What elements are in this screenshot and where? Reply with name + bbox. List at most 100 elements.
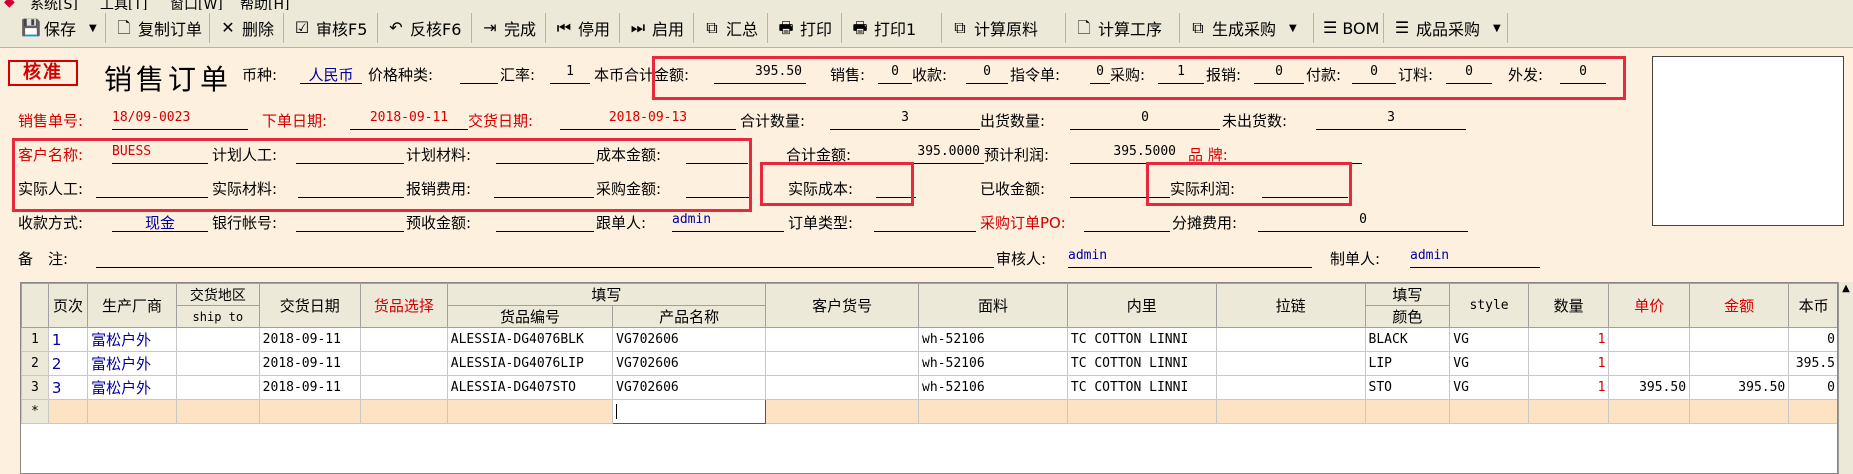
col-price[interactable]: 单价 (1608, 283, 1691, 328)
share-fee-field[interactable]: 0 (1258, 212, 1468, 232)
cell-name[interactable]: VG702606 (612, 375, 767, 400)
cell-qty[interactable]: 1 (1527, 327, 1610, 352)
pay-method-field[interactable]: 现金 (112, 212, 208, 232)
enable-button[interactable]: ⏭ 启用 (624, 13, 694, 43)
cell-area[interactable] (176, 375, 260, 400)
cell-local[interactable]: 0 (1788, 327, 1837, 352)
cell-area[interactable] (176, 327, 260, 352)
calc-process-button[interactable]: 🗋 计算工序 (1070, 13, 1180, 43)
table-row[interactable]: 2 2 富松户外 2018-09-11 ALESSIA-DG4076LIP VG70260… (21, 351, 1837, 376)
cell-lining[interactable]: TC COTTON LINNI (1066, 327, 1217, 352)
cell-page[interactable]: 1 (47, 327, 89, 352)
cell-area[interactable] (176, 351, 260, 376)
price-type-field[interactable] (460, 64, 498, 84)
col-color[interactable]: 颜色 (1364, 305, 1451, 328)
image-panel[interactable] (1652, 56, 1844, 226)
remark-field[interactable] (96, 248, 994, 268)
po-field[interactable] (1084, 212, 1170, 232)
cell-code[interactable]: ALESSIA-DG4076LIP (446, 351, 614, 376)
product-purchase-button[interactable]: ☰ 成品采购 ▼ (1388, 13, 1508, 43)
cell-delivery[interactable]: 2018-09-11 (258, 351, 361, 376)
cell-local[interactable]: 0 (1788, 375, 1837, 400)
cell-style[interactable]: VG (1449, 351, 1529, 376)
new-row-cell[interactable] (918, 399, 1068, 424)
delete-button[interactable]: ✕ 删除 (214, 13, 284, 43)
cell-zipper[interactable] (1215, 327, 1366, 352)
order-lines-grid[interactable]: 页次 生产厂商 交货地区 交货日期 货品选择 填写 客户货号 面料 内里 拉链 … (20, 282, 1838, 474)
cell-qty[interactable]: 1 (1527, 351, 1610, 376)
new-row-cell[interactable] (1608, 399, 1691, 424)
col-local[interactable]: 本币 (1788, 283, 1837, 328)
col-cust-code[interactable]: 客户货号 (765, 283, 920, 328)
bank-field[interactable] (296, 212, 404, 232)
new-row-cell[interactable] (1449, 399, 1529, 424)
gen-purchase-button[interactable]: ⧉ 生成采购 ▼ (1184, 13, 1314, 43)
cell-color[interactable]: STO (1364, 375, 1451, 400)
cell-fabric[interactable]: wh-52106 (918, 375, 1068, 400)
menu-tools[interactable]: 工具[T] (100, 0, 147, 10)
table-row[interactable]: 3 3 富松户外 2018-09-11 ALESSIA-DG407STO VG702606… (21, 375, 1837, 400)
new-row-cell[interactable] (765, 399, 920, 424)
cell-style[interactable]: VG (1449, 375, 1529, 400)
col-name[interactable]: 产品名称 (612, 305, 767, 328)
summary-button[interactable]: ⧉ 汇总 (698, 13, 768, 43)
brand-field[interactable] (1270, 144, 1362, 164)
cell-amount[interactable] (1689, 351, 1790, 376)
chevron-down-icon[interactable]: ▼ (1289, 23, 1297, 34)
cell-style[interactable]: VG (1449, 327, 1529, 352)
new-row-cell[interactable] (47, 399, 89, 424)
cell-select[interactable] (359, 327, 448, 352)
new-row-cell[interactable] (1215, 399, 1366, 424)
follower-field[interactable]: admin (672, 212, 784, 232)
cell-price[interactable] (1608, 327, 1691, 352)
chevron-down-icon[interactable]: ▼ (1493, 23, 1501, 34)
new-row-cell[interactable] (1527, 399, 1610, 424)
cell-select[interactable] (359, 375, 448, 400)
cell-name[interactable]: VG702606 (612, 327, 767, 352)
prepay-field[interactable] (496, 212, 594, 232)
print-button[interactable]: 🖶 打印 (772, 13, 842, 43)
currency-field[interactable]: 人民币 (300, 64, 362, 84)
order-date-field[interactable]: 2018-09-11 (350, 110, 468, 130)
menu-system[interactable]: 系统[S] (30, 0, 78, 10)
new-row-cell[interactable] (446, 399, 614, 424)
new-row-cell[interactable] (1066, 399, 1217, 424)
col-zipper[interactable]: 拉链 (1215, 283, 1366, 328)
cell-color[interactable]: BLACK (1364, 327, 1451, 352)
print1-button[interactable]: 🖶 打印1 (846, 13, 942, 43)
delivery-date-field[interactable]: 2018-09-13 (560, 110, 736, 130)
col-amount[interactable]: 金额 (1689, 283, 1790, 328)
new-row-cell[interactable] (176, 399, 260, 424)
col-delivery[interactable]: 交货日期 (258, 283, 361, 328)
cell-cust-code[interactable] (765, 327, 920, 352)
menu-window[interactable]: 窗口[W] (170, 0, 223, 10)
review-button[interactable]: ☑ 审核F5 (288, 13, 378, 43)
table-row[interactable]: 1 1 富松户外 2018-09-11 ALESSIA-DG4076BLK VG70260… (21, 327, 1837, 352)
cell-code[interactable]: ALESSIA-DG4076BLK (446, 327, 614, 352)
cell-qty[interactable]: 1 (1527, 375, 1610, 400)
col-code[interactable]: 货品编号 (446, 305, 614, 328)
cell-amount[interactable] (1689, 327, 1790, 352)
scroll-up-icon[interactable]: ▲ (1839, 282, 1853, 296)
unreview-button[interactable]: ↶ 反核F6 (382, 13, 472, 43)
order-no-field[interactable]: 18/09-0023 (112, 110, 248, 130)
cell-code[interactable]: ALESSIA-DG407STO (446, 375, 614, 400)
cell-maker[interactable]: 富松户外 (87, 351, 177, 376)
cell-cust-code[interactable] (765, 351, 920, 376)
col-area[interactable]: 交货地区 (176, 283, 260, 306)
col-qty[interactable]: 数量 (1527, 283, 1610, 328)
cell-lining[interactable]: TC COTTON LINNI (1066, 351, 1217, 376)
new-row-cell[interactable] (1788, 399, 1837, 424)
cell-price[interactable]: 395.50 (1608, 375, 1691, 400)
col-lining[interactable]: 内里 (1066, 283, 1217, 328)
cell-price[interactable] (1608, 351, 1691, 376)
cell-cust-code[interactable] (765, 375, 920, 400)
chevron-down-icon[interactable]: ▼ (89, 23, 97, 34)
cell-delivery[interactable]: 2018-09-11 (258, 375, 361, 400)
cell-page[interactable]: 2 (47, 351, 89, 376)
new-row-cell[interactable] (359, 399, 448, 424)
cell-fabric[interactable]: wh-52106 (918, 351, 1068, 376)
bom-button[interactable]: ☰ BOM (1318, 13, 1384, 43)
new-row-cell[interactable] (1689, 399, 1790, 424)
col-page[interactable]: 页次 (47, 283, 89, 328)
